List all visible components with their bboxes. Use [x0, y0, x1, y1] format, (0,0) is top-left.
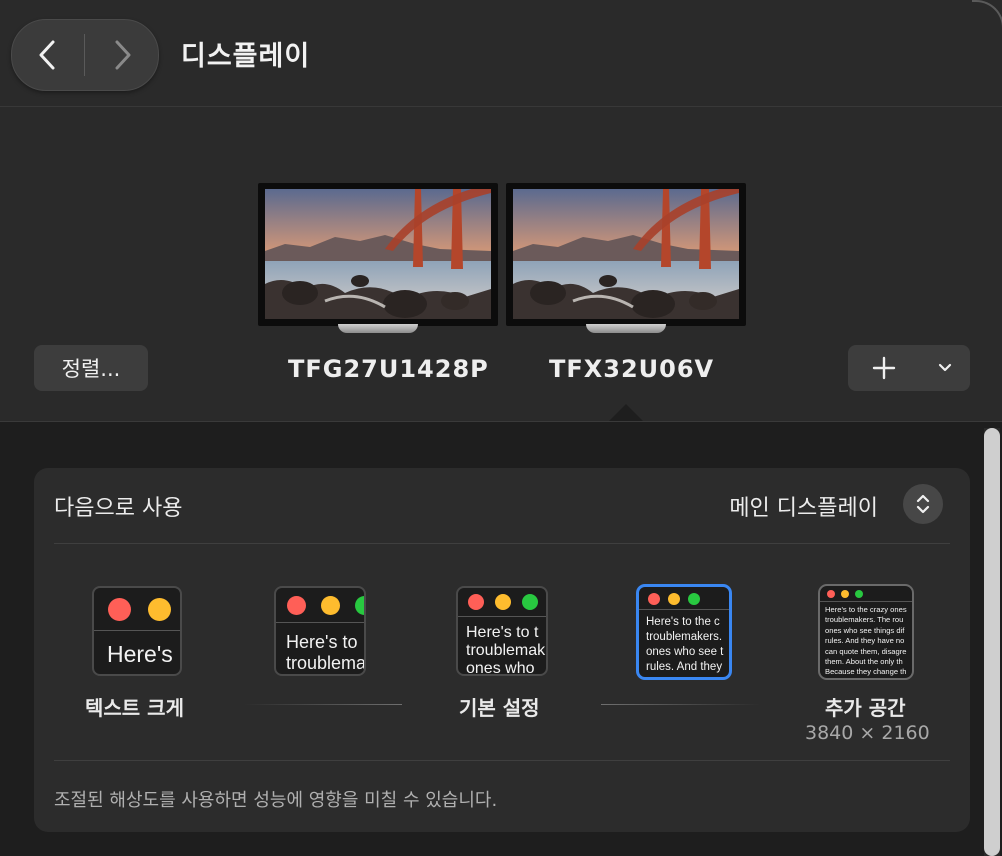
minimize-dot-icon — [148, 598, 171, 621]
zoom-dot-icon — [522, 594, 538, 610]
display-arrangement: TFG27U1428P TFX32U06V 정렬... — [0, 107, 1002, 422]
add-display-menu-button[interactable] — [920, 345, 970, 391]
divider — [54, 543, 950, 544]
resolution-preview: Here's — [92, 586, 182, 676]
toolbar: 디스플레이 — [0, 0, 1002, 107]
close-dot-icon — [468, 594, 484, 610]
preview-text: Here's to the c troublemakers. ones who … — [646, 616, 724, 673]
chevron-up-down-icon — [916, 494, 930, 514]
scale-line-right — [601, 704, 761, 705]
scrollbar[interactable] — [984, 428, 1000, 856]
preview-titlebar — [639, 587, 729, 610]
minimize-dot-icon — [841, 590, 849, 598]
use-as-value[interactable]: 메인 디스플레이 — [729, 490, 878, 522]
arrange-button[interactable]: 정렬... — [34, 345, 148, 391]
close-dot-icon — [108, 598, 131, 621]
display-name-1[interactable]: TFG27U1428P — [288, 355, 489, 383]
resolution-preview: Here's to the c troublemakers. ones who … — [636, 584, 732, 680]
resolution-option-larger-text[interactable]: Here's — [92, 586, 182, 676]
display-settings-card: 다음으로 사용 메인 디스플레이 Here's 텍스트 크게 Here's to… — [34, 468, 970, 832]
add-display-button[interactable] — [848, 345, 920, 391]
selection-pointer — [609, 404, 643, 421]
use-as-label: 다음으로 사용 — [54, 496, 183, 521]
preview-titlebar — [820, 586, 912, 602]
navigation-control — [11, 19, 159, 91]
resolution-label-larger-text: 텍스트 크게 — [85, 696, 184, 720]
plus-icon — [872, 356, 896, 380]
resolution-option-more-space[interactable]: Here's to the crazy ones troublemakers. … — [818, 584, 916, 680]
resolution-option-default[interactable]: Here's to t troublemak ones who — [456, 586, 548, 676]
display-thumbnail-1[interactable] — [258, 183, 498, 333]
preview-text: Here's to t troublemak ones who — [466, 624, 546, 676]
chevron-down-icon — [938, 363, 952, 372]
preview-text: Here's to the crazy ones troublemakers. … — [825, 605, 907, 677]
minimize-dot-icon — [668, 593, 680, 605]
preview-titlebar — [94, 588, 180, 631]
forward-button[interactable] — [86, 20, 158, 90]
resolution-option-2[interactable]: Here's to troublema — [274, 586, 366, 676]
divider — [54, 760, 950, 761]
preview-titlebar — [276, 588, 364, 623]
minimize-dot-icon — [495, 594, 511, 610]
nav-separator — [84, 34, 85, 76]
wallpaper-image — [265, 189, 491, 319]
minimize-dot-icon — [321, 596, 340, 615]
zoom-dot-icon — [688, 593, 700, 605]
monitor-stand — [586, 324, 666, 333]
performance-note: 조절된 해상도를 사용하면 성능에 영향을 미칠 수 있습니다. — [54, 790, 498, 811]
monitor-stand — [338, 324, 418, 333]
resolution-option-4-selected[interactable]: Here's to the c troublemakers. ones who … — [636, 584, 732, 680]
resolution-preview: Here's to troublema — [274, 586, 366, 676]
resolution-label-more-space: 추가 공간 — [825, 696, 906, 720]
wallpaper-image — [513, 189, 739, 319]
preview-titlebar — [458, 588, 546, 617]
resolution-preview: Here's to the crazy ones troublemakers. … — [818, 584, 914, 680]
scale-line-left — [244, 704, 402, 705]
preview-text: Here's — [107, 641, 173, 667]
add-display-control — [848, 345, 970, 391]
close-dot-icon — [827, 590, 835, 598]
zoom-dot-icon — [355, 596, 364, 615]
page-title: 디스플레이 — [181, 41, 311, 72]
display-thumbnail-2[interactable] — [506, 183, 746, 333]
display-name-2[interactable]: TFX32U06V — [549, 355, 714, 383]
zoom-dot-icon — [855, 590, 863, 598]
close-dot-icon — [287, 596, 306, 615]
resolution-preview: Here's to t troublemak ones who — [456, 586, 548, 676]
use-as-popup-button[interactable] — [903, 484, 943, 524]
resolution-value-more-space: 3840 × 2160 — [805, 722, 930, 744]
chevron-left-icon — [39, 40, 55, 70]
preview-text: Here's to troublema — [286, 632, 366, 673]
back-button[interactable] — [12, 20, 84, 90]
resolution-label-default: 기본 설정 — [459, 696, 540, 720]
chevron-right-icon — [115, 40, 131, 70]
close-dot-icon — [648, 593, 660, 605]
scrollbar-thumb[interactable] — [984, 428, 1000, 856]
